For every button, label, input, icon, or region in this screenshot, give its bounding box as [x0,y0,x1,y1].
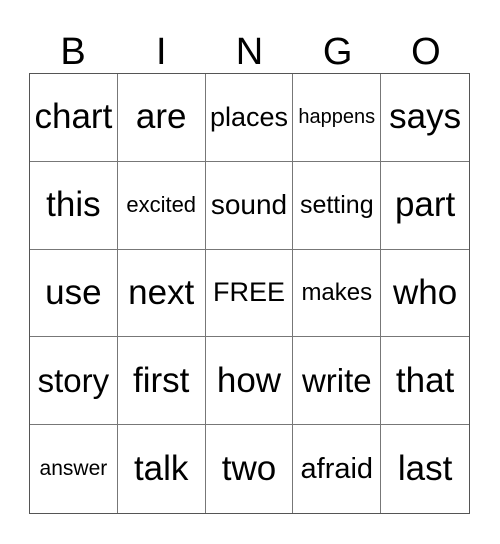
bingo-cell[interactable]: use [30,249,118,338]
bingo-cell[interactable]: excited [117,161,206,250]
bingo-cell[interactable]: says [381,74,469,162]
bingo-cell[interactable]: places [205,74,294,162]
bingo-cell[interactable]: how [205,337,294,426]
bingo-cell[interactable]: afraid [293,425,382,513]
bingo-cell[interactable]: story [30,337,118,426]
bingo-cell[interactable]: setting [293,161,382,250]
bingo-cell[interactable]: two [206,425,294,513]
bingo-header: B I N G O [29,30,470,74]
bingo-cell[interactable]: who [381,250,469,338]
bingo-grid: chart are places happens says this excit… [29,73,470,514]
header-letter-n: N [235,31,264,73]
bingo-cell[interactable]: talk [118,425,206,513]
bingo-cell[interactable]: last [381,425,469,513]
bingo-cell[interactable]: answer [30,425,118,513]
bingo-cell[interactable]: first [117,337,206,426]
bingo-cell[interactable]: happens [293,74,382,162]
free-space-cell[interactable]: FREE [205,249,294,338]
header-letter-i: I [156,31,167,73]
bingo-cell[interactable]: are [117,74,206,162]
header-letter-b: B [60,31,86,73]
header-letter-o: O [411,31,441,73]
bingo-cell[interactable]: write [293,337,382,426]
bingo-cell[interactable]: chart [30,74,118,162]
bingo-cell[interactable]: this [30,161,118,250]
bingo-cell[interactable]: that [381,337,469,426]
bingo-cell[interactable]: sound [205,161,294,250]
bingo-cell[interactable]: makes [293,249,382,338]
header-letter-g: G [322,31,353,73]
bingo-cell[interactable]: part [381,162,469,250]
bingo-cell[interactable]: next [117,249,206,338]
